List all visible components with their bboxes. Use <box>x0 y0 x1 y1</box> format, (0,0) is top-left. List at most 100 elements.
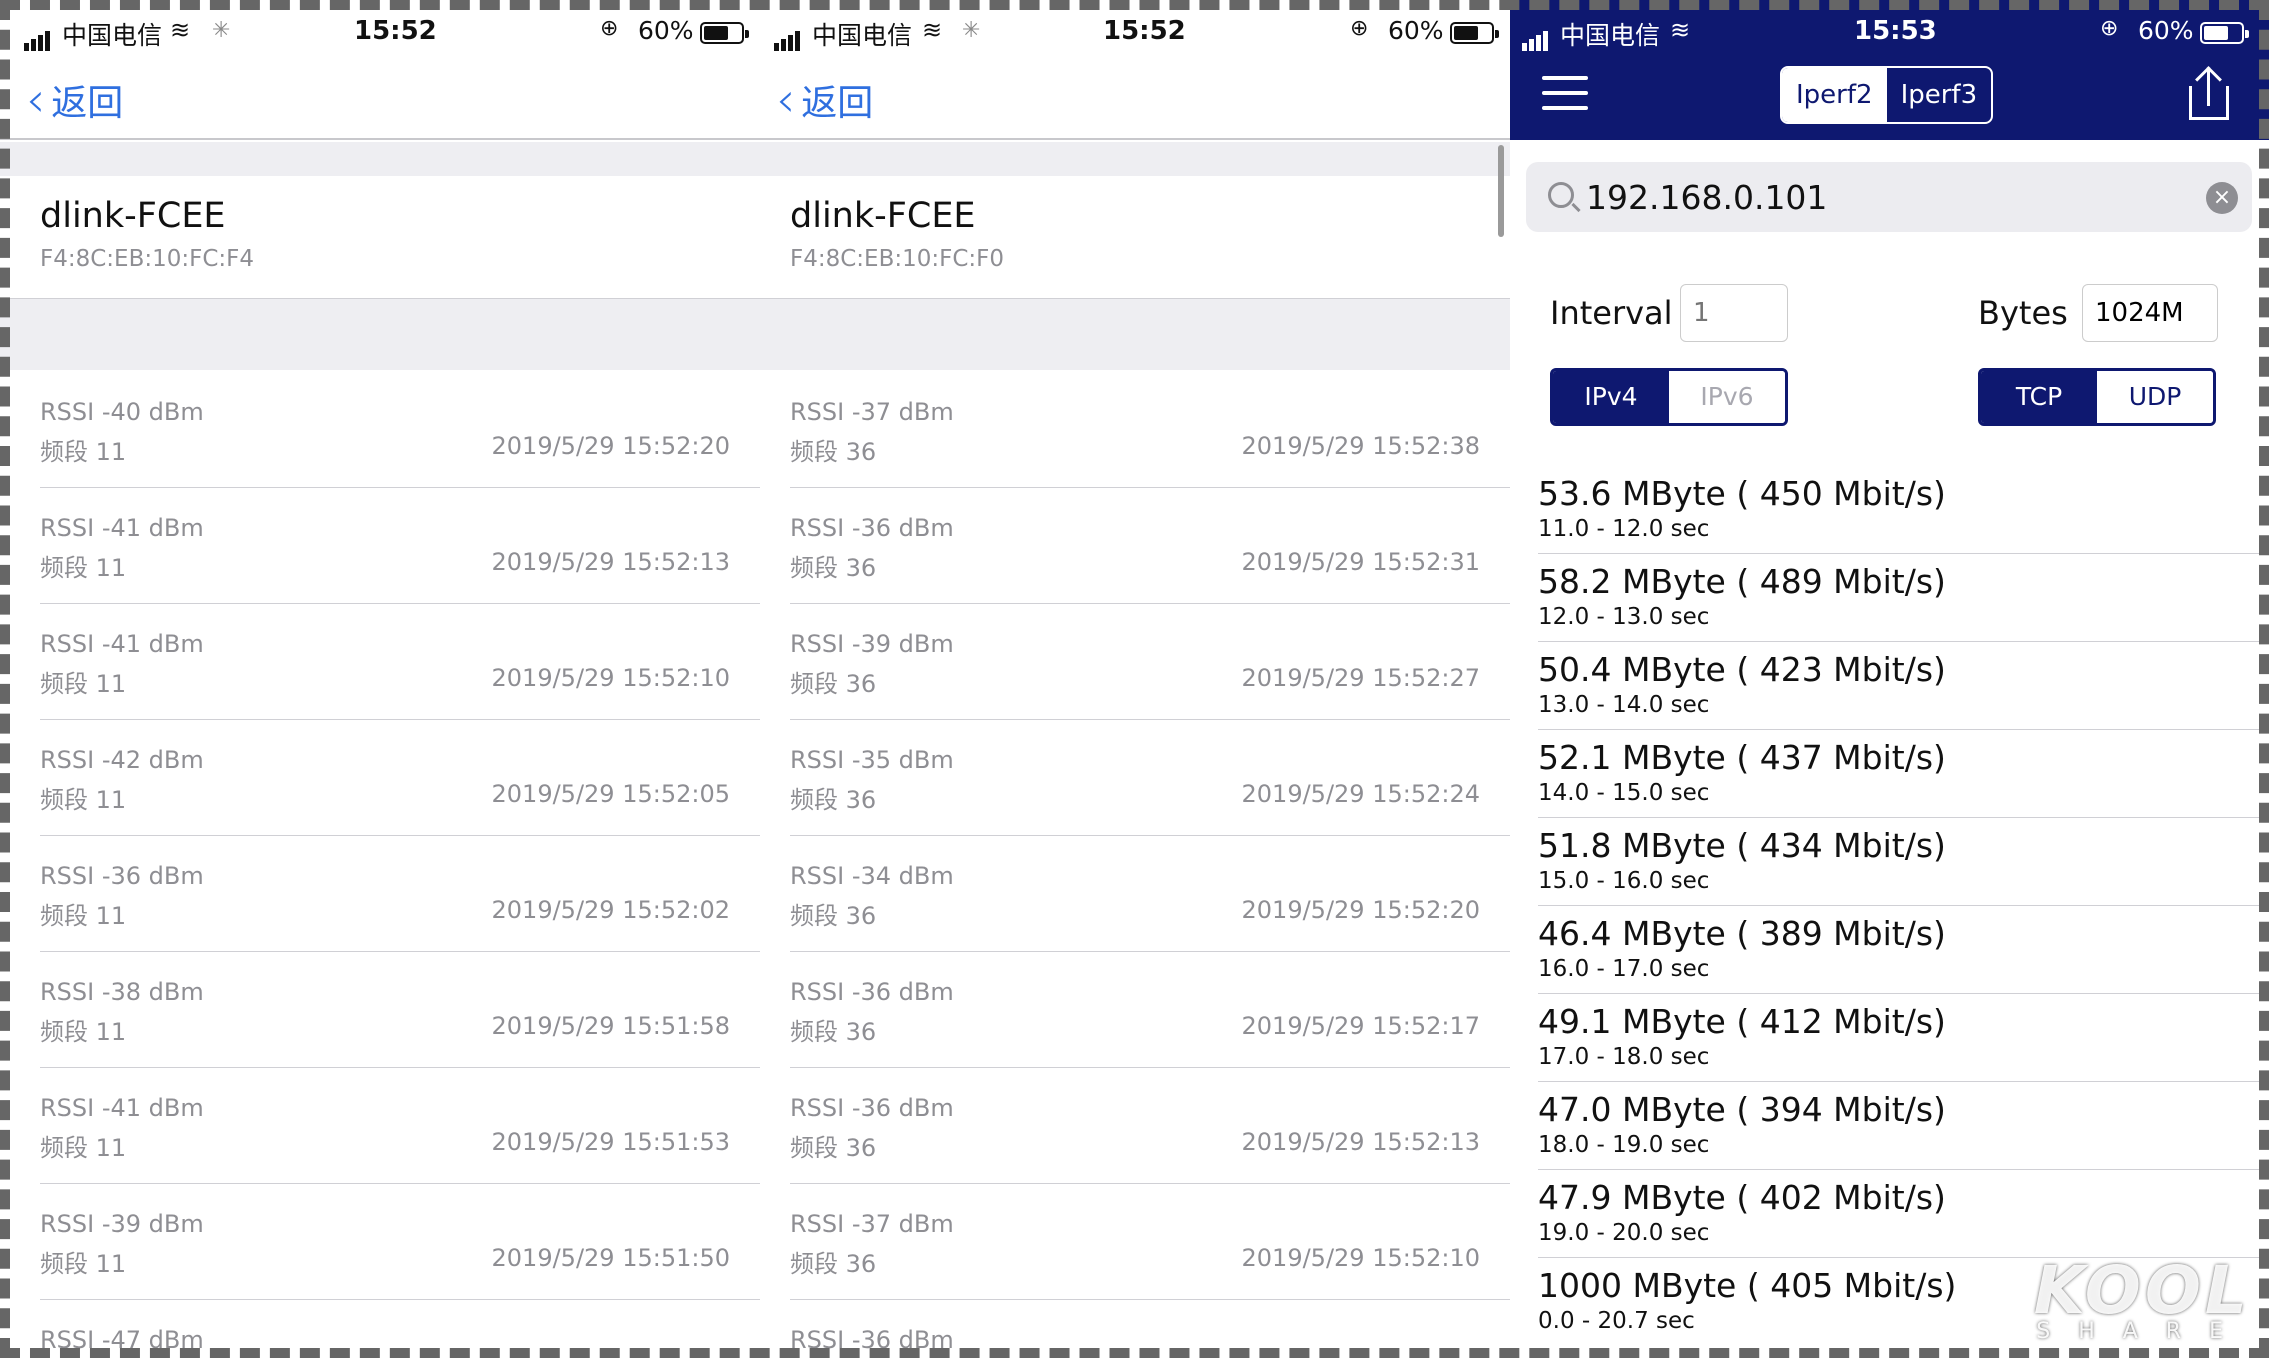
result-row: 47.0 MByte ( 394 Mbit/s) 18.0 - 19.0 sec <box>1510 1082 2269 1170</box>
ipv6-option[interactable]: IPv6 <box>1669 371 1785 423</box>
channel-value: 频段 11 <box>40 902 127 930</box>
host-input[interactable] <box>1586 172 2186 222</box>
list-item[interactable]: RSSI -41 dBm 频段 11 2019/5/29 15:51:53 <box>0 1068 760 1184</box>
timestamp: 2019/5/29 15:51:53 <box>491 1128 730 1156</box>
list-item[interactable]: RSSI -40 dBm 频段 11 2019/5/29 15:52:20 <box>0 372 760 488</box>
rssi-value: RSSI -39 dBm <box>790 630 954 658</box>
section-spacer <box>0 298 760 370</box>
ip-version-toggle: IPv4 IPv6 <box>1550 368 1788 426</box>
bytes-label: Bytes <box>1978 294 2068 332</box>
list-item[interactable]: RSSI -36 dBm 频段 36 2019/5/29 15:52:13 <box>760 1068 1510 1184</box>
signal-icon <box>774 22 802 51</box>
list-item[interactable]: RSSI -37 dBm 频段 36 2019/5/29 15:52:10 <box>760 1184 1510 1300</box>
list-item[interactable]: RSSI -38 dBm 频段 11 2019/5/29 15:51:58 <box>0 952 760 1068</box>
rssi-value: RSSI -35 dBm <box>790 746 954 774</box>
rssi-list: RSSI -40 dBm 频段 11 2019/5/29 15:52:20 RSSI… <box>0 372 760 1358</box>
timestamp: 2019/5/29 15:52:20 <box>491 432 730 460</box>
time-range: 11.0 - 12.0 sec <box>1538 516 1710 542</box>
clear-icon[interactable]: × <box>2206 182 2238 214</box>
list-item[interactable]: RSSI -37 dBm 频段 36 2019/5/29 15:52:38 <box>760 372 1510 488</box>
rssi-value: RSSI -47 dBm <box>40 1326 204 1354</box>
list-item[interactable]: RSSI -36 dBm 频段 11 2019/5/29 15:52:02 <box>0 836 760 952</box>
result-row: 51.8 MByte ( 434 Mbit/s) 15.0 - 16.0 sec <box>1510 818 2269 906</box>
channel-value: 频段 36 <box>790 1250 877 1278</box>
app-header: 中国电信 ≋ 15:53 ⊕ 60% Iperf2 Iperf3 <box>1510 0 2269 140</box>
timestamp: 2019/5/29 15:52:10 <box>1241 1244 1480 1272</box>
clock: 15:52 <box>1103 16 1186 46</box>
tcp-option[interactable]: TCP <box>1981 371 2097 423</box>
nav-bar: ‹ 返回 <box>0 60 760 140</box>
timestamp: 2019/5/29 15:52:17 <box>1241 1012 1480 1040</box>
list-item[interactable]: RSSI -41 dBm 频段 11 2019/5/29 15:52:10 <box>0 604 760 720</box>
battery-percent: 60% <box>1388 16 1444 45</box>
menu-icon[interactable] <box>1542 76 1588 110</box>
section-spacer <box>760 142 1510 176</box>
list-item[interactable]: RSSI -36 dBm 频段 36 2019/5/29 15:52:31 <box>760 488 1510 604</box>
transfer-rate: 51.8 MByte ( 434 Mbit/s) <box>1538 826 1946 865</box>
carrier-label: 中国电信 <box>812 21 913 50</box>
section-spacer <box>760 298 1510 370</box>
signal-icon <box>24 22 52 51</box>
wifi-icon: ≋ <box>922 16 943 44</box>
transfer-rate: 53.6 MByte ( 450 Mbit/s) <box>1538 474 1946 513</box>
channel-value: 频段 36 <box>790 438 877 466</box>
protocol-toggle: TCP UDP <box>1978 368 2216 426</box>
tab-iperf2[interactable]: Iperf2 <box>1782 68 1887 122</box>
list-item[interactable]: RSSI -36 dBm 频段 36 2019/5/29 15:52:17 <box>760 952 1510 1068</box>
iperf-version-toggle: Iperf2 Iperf3 <box>1780 66 1994 124</box>
list-item[interactable]: RSSI -36 dBm <box>760 1300 1510 1358</box>
result-row: 50.4 MByte ( 423 Mbit/s) 13.0 - 14.0 sec <box>1510 642 2269 730</box>
section-spacer <box>0 142 760 176</box>
interval-field[interactable] <box>1680 284 1788 342</box>
channel-value: 频段 11 <box>40 1250 127 1278</box>
rotation-lock-icon: ⊕ <box>1350 16 1369 41</box>
channel-value: 频段 11 <box>40 438 127 466</box>
rssi-list: RSSI -37 dBm 频段 36 2019/5/29 15:52:38 RSSI… <box>760 372 1510 1358</box>
timestamp: 2019/5/29 15:52:24 <box>1241 780 1480 808</box>
time-range: 0.0 - 20.7 sec <box>1538 1308 1695 1334</box>
host-search-bar: × <box>1526 162 2252 232</box>
share-icon[interactable] <box>2189 66 2229 120</box>
list-item[interactable]: RSSI -34 dBm 频段 36 2019/5/29 15:52:20 <box>760 836 1510 952</box>
transfer-rate: 47.0 MByte ( 394 Mbit/s) <box>1538 1090 1946 1129</box>
bytes-field[interactable] <box>2082 284 2218 342</box>
back-label: 返回 <box>801 83 874 124</box>
rssi-value: RSSI -38 dBm <box>40 978 204 1006</box>
timestamp: 2019/5/29 15:52:20 <box>1241 896 1480 924</box>
scrollbar[interactable] <box>1498 145 1504 237</box>
list-item[interactable]: RSSI -42 dBm 频段 11 2019/5/29 15:52:05 <box>0 720 760 836</box>
tab-iperf3[interactable]: Iperf3 <box>1887 68 1992 122</box>
results-list: 53.6 MByte ( 450 Mbit/s) 11.0 - 12.0 sec … <box>1510 466 2269 1346</box>
channel-value: 频段 36 <box>790 554 877 582</box>
transfer-rate: 50.4 MByte ( 423 Mbit/s) <box>1538 650 1946 689</box>
list-item[interactable]: RSSI -39 dBm 频段 11 2019/5/29 15:51:50 <box>0 1184 760 1300</box>
nav-bar: ‹ 返回 <box>760 60 1510 140</box>
signal-icon <box>1522 22 1550 51</box>
result-row: 49.1 MByte ( 412 Mbit/s) 17.0 - 18.0 sec <box>1510 994 2269 1082</box>
chevron-left-icon: ‹ <box>776 72 796 128</box>
iperf-panel: 中国电信 ≋ 15:53 ⊕ 60% Iperf2 Iperf3 × Inter… <box>1510 0 2269 1358</box>
wifi-icon: ≋ <box>170 16 191 44</box>
back-button[interactable]: ‹ 返回 <box>776 72 873 128</box>
result-row: 47.9 MByte ( 402 Mbit/s) 19.0 - 20.0 sec <box>1510 1170 2269 1258</box>
ipv4-option[interactable]: IPv4 <box>1553 371 1669 423</box>
list-item[interactable]: RSSI -47 dBm <box>0 1300 760 1358</box>
transfer-rate: 49.1 MByte ( 412 Mbit/s) <box>1538 1002 1946 1041</box>
time-range: 15.0 - 16.0 sec <box>1538 868 1710 894</box>
rssi-value: RSSI -42 dBm <box>40 746 204 774</box>
list-item[interactable]: RSSI -39 dBm 频段 36 2019/5/29 15:52:27 <box>760 604 1510 720</box>
list-item[interactable]: RSSI -41 dBm 频段 11 2019/5/29 15:52:13 <box>0 488 760 604</box>
carrier-label: 中国电信 <box>62 21 163 50</box>
transfer-rate: 1000 MByte ( 405 Mbit/s) <box>1538 1266 1957 1305</box>
channel-value: 频段 11 <box>40 1134 127 1162</box>
list-item[interactable]: RSSI -35 dBm 频段 36 2019/5/29 15:52:24 <box>760 720 1510 836</box>
rotation-lock-icon: ⊕ <box>600 16 619 41</box>
channel-value: 频段 11 <box>40 554 127 582</box>
status-bar: 中国电信 ≋ ✳ 15:52 ⊕ 60% <box>760 0 1510 60</box>
timestamp: 2019/5/29 15:52:10 <box>491 664 730 692</box>
udp-option[interactable]: UDP <box>2097 371 2213 423</box>
activity-spinner-icon: ✳ <box>962 18 981 43</box>
back-button[interactable]: ‹ 返回 <box>26 72 123 128</box>
timestamp: 2019/5/29 15:52:31 <box>1241 548 1480 576</box>
back-label: 返回 <box>51 83 124 124</box>
